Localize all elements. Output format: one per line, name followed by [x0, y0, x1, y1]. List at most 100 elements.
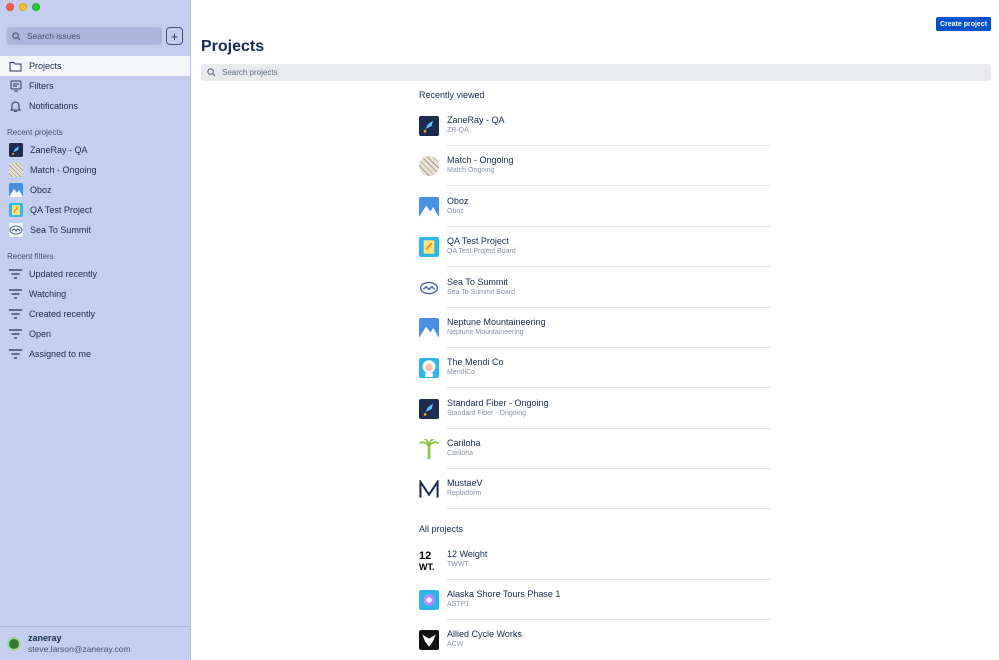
- project-row-12-weight[interactable]: 12 WT. 12 Weight TWWT: [419, 540, 771, 580]
- project-name: Alaska Shore Tours Phase 1: [447, 589, 561, 599]
- project-name: Standard Fiber - Ongoing: [447, 398, 549, 408]
- row-divider: [447, 185, 771, 186]
- sidebar-item-label: Match - Ongoing: [30, 165, 97, 175]
- filter-lines-icon: [9, 328, 22, 341]
- filter-lines-icon: [9, 288, 22, 301]
- project-row-alaska-shore-tours[interactable]: Alaska Shore Tours Phase 1 ASTP1: [419, 580, 771, 620]
- project-name: Oboz: [447, 196, 469, 206]
- sidebar-item-label: Oboz: [30, 185, 52, 195]
- project-row-mustaev[interactable]: MustaeV Replatform: [419, 469, 771, 509]
- striped-avatar-icon: [419, 156, 439, 176]
- row-divider: [447, 266, 771, 267]
- sidebar-item-sea-to-summit[interactable]: Sea To Summit: [0, 220, 190, 240]
- search-projects-input[interactable]: Search projects: [201, 64, 991, 81]
- add-button[interactable]: +: [166, 27, 183, 45]
- all-projects-heading: All projects: [419, 524, 464, 534]
- recent-projects-heading: Recent projects: [7, 128, 63, 137]
- sidebar-item-projects[interactable]: Projects: [0, 56, 190, 76]
- project-key: ZR-QA: [447, 127, 469, 134]
- project-key: ASTP1: [447, 601, 470, 608]
- sidebar-item-match-ongoing[interactable]: Match - Ongoing: [0, 160, 190, 180]
- mountain-avatar-icon: [419, 197, 439, 217]
- sea-to-summit-logo-icon: [9, 223, 23, 237]
- project-name: Allied Cycle Works: [447, 629, 522, 639]
- sidebar-item-updated-recently[interactable]: Updated recently: [0, 264, 190, 284]
- sidebar-item-label: Sea To Summit: [30, 225, 91, 235]
- project-name: Neptune Mountaineering: [447, 317, 546, 327]
- project-row-sea-to-summit[interactable]: Sea To Summit Sea To Summit Board: [419, 268, 771, 308]
- sidebar-item-assigned-to-me[interactable]: Assigned to me: [0, 344, 190, 364]
- search-icon: [12, 31, 21, 40]
- svg-text:12: 12: [419, 550, 431, 562]
- rocket-avatar-icon: [419, 399, 439, 419]
- project-key: QA Test Project Board: [447, 248, 516, 255]
- sidebar-item-label: Updated recently: [29, 269, 98, 279]
- filter-lines-icon: [9, 308, 22, 321]
- project-row-qa-test-project[interactable]: QA Test Project QA Test Project Board: [419, 227, 771, 267]
- bell-icon: [9, 100, 22, 113]
- project-key: MendiCo: [447, 369, 476, 376]
- window-controls: [6, 3, 40, 11]
- sidebar-item-label: Assigned to me: [29, 349, 92, 359]
- mountain-avatar-icon: [9, 183, 23, 197]
- project-row-allied-cycle-works[interactable]: Allied Cycle Works ACW: [419, 620, 771, 660]
- yeti-avatar-icon: [419, 358, 439, 378]
- project-name: Sea To Summit: [447, 277, 508, 287]
- sidebar-item-created-recently[interactable]: Created recently: [0, 304, 190, 324]
- project-key: Cariloha: [447, 450, 474, 457]
- robot-avatar-icon: [419, 590, 439, 610]
- project-key: Replatform: [447, 490, 482, 497]
- sidebar-item-zaneray-qa[interactable]: ZaneRay - QA: [0, 140, 190, 160]
- rocket-avatar-icon: [419, 116, 439, 136]
- minimize-window-button[interactable]: [19, 3, 27, 11]
- search-issues-input[interactable]: Search issues: [6, 27, 162, 45]
- project-row-oboz[interactable]: Oboz Oboz: [419, 187, 771, 227]
- sidebar-item-label: Filters: [29, 81, 54, 91]
- sidebar-item-label: Notifications: [29, 101, 79, 111]
- project-row-neptune-mountaineering[interactable]: Neptune Mountaineering Neptune Mountaine…: [419, 308, 771, 348]
- filter-lines-icon: [9, 268, 22, 281]
- rocket-avatar-icon: [9, 143, 23, 157]
- zoom-window-button[interactable]: [32, 3, 40, 11]
- project-row-zaneray-qa[interactable]: ZaneRay - QA ZR-QA: [419, 106, 771, 146]
- 12-weight-logo-icon: 12 WT.: [419, 550, 439, 570]
- folder-icon: [9, 60, 22, 73]
- project-name: MustaeV: [447, 478, 483, 488]
- close-window-button[interactable]: [6, 3, 14, 11]
- project-row-match-ongoing[interactable]: Match - Ongoing Match Ongoing: [419, 146, 771, 186]
- project-row-cariloha[interactable]: Cariloha Cariloha: [419, 429, 771, 469]
- search-issues-placeholder: Search issues: [27, 31, 81, 41]
- project-key: ACW: [447, 641, 464, 648]
- user-name: zaneray: [28, 633, 62, 643]
- sidebar-item-filters[interactable]: Filters: [0, 76, 190, 96]
- project-key: Sea To Summit Board: [447, 289, 515, 296]
- sidebar-item-notifications[interactable]: Notifications: [0, 96, 190, 116]
- project-key: Neptune Mountaineering: [447, 329, 524, 336]
- project-row-mendi-co[interactable]: The Mendi Co MendiCo: [419, 348, 771, 388]
- notepad-avatar-icon: [419, 237, 439, 257]
- notepad-avatar-icon: [9, 203, 23, 217]
- project-name: Match - Ongoing: [447, 155, 514, 165]
- sidebar-item-label: ZaneRay - QA: [30, 145, 88, 155]
- row-divider: [447, 508, 771, 509]
- sidebar-item-qa-test-project[interactable]: QA Test Project: [0, 200, 190, 220]
- sidebar-item-oboz[interactable]: Oboz: [0, 180, 190, 200]
- project-name: The Mendi Co: [447, 357, 504, 367]
- sidebar: Search issues + Projects Filters Notific…: [0, 0, 191, 660]
- create-project-button[interactable]: Create project: [936, 17, 991, 31]
- project-name: Cariloha: [447, 438, 481, 448]
- recently-viewed-heading: Recently viewed: [419, 90, 485, 100]
- project-key: TWWT: [447, 561, 469, 568]
- row-divider: [447, 387, 771, 388]
- striped-avatar-icon: [9, 163, 23, 177]
- user-profile[interactable]: zaneray steve.larson@zaneray.com: [0, 626, 190, 660]
- filter-lines-icon: [9, 348, 22, 361]
- project-row-standard-fiber[interactable]: Standard Fiber - Ongoing Standard Fiber …: [419, 389, 771, 429]
- sidebar-item-label: Open: [29, 329, 52, 339]
- recent-filters-heading: Recent filters: [7, 252, 54, 261]
- search-projects-placeholder: Search projects: [222, 68, 278, 77]
- sidebar-item-open[interactable]: Open: [0, 324, 190, 344]
- avatar: [7, 636, 21, 651]
- search-icon: [207, 68, 216, 77]
- sidebar-item-watching[interactable]: Watching: [0, 284, 190, 304]
